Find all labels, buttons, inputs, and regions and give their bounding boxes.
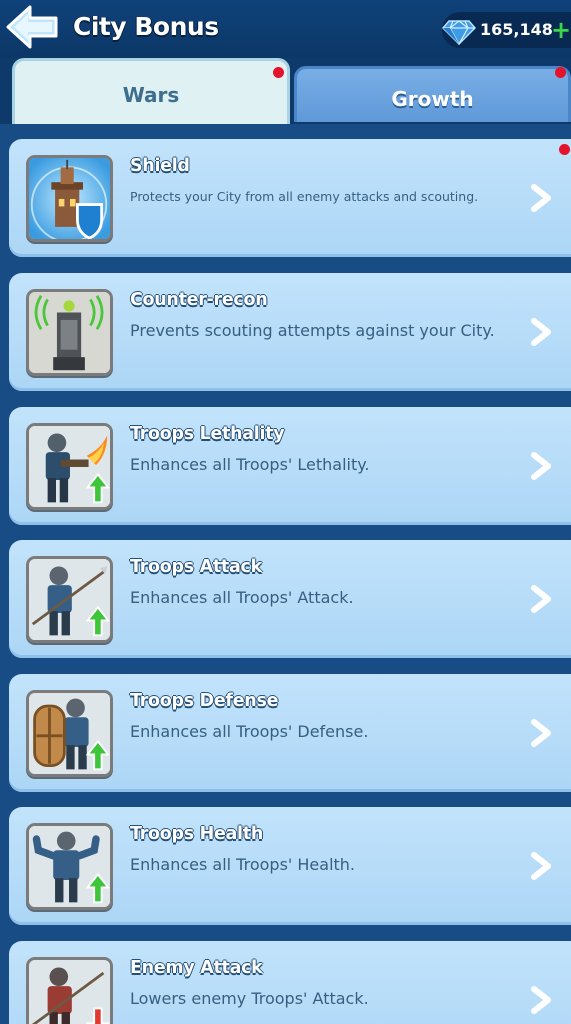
bonus-description: Lowers enemy Troops' Attack. bbox=[130, 989, 369, 1008]
bonus-description: Enhances all Troops' Health. bbox=[130, 855, 356, 874]
bonus-row-troops-lethality[interactable]: Troops Lethality Enhances all Troops' Le… bbox=[9, 407, 571, 525]
bonus-title: Counter-recon bbox=[130, 290, 268, 310]
bonus-row-counter-recon[interactable]: Counter-recon Prevents scouting attempts… bbox=[9, 273, 571, 391]
flamethrower-soldier-icon bbox=[26, 423, 113, 510]
bonus-description: Protects your City from all enemy attack… bbox=[130, 189, 479, 204]
bonus-description: Enhances all Troops' Lethality. bbox=[130, 455, 370, 474]
bonus-title: Enemy Attack bbox=[130, 958, 263, 978]
plus-icon[interactable]: + bbox=[551, 18, 571, 42]
bonus-description: Prevents scouting attempts against your … bbox=[130, 321, 495, 340]
enemy-soldier-icon bbox=[26, 957, 113, 1024]
chevron-right-icon[interactable] bbox=[528, 451, 554, 481]
bonus-title: Troops Health bbox=[130, 824, 263, 844]
page-title: City Bonus bbox=[73, 12, 219, 41]
notification-dot bbox=[559, 144, 570, 155]
bonus-description: Enhances all Troops' Defense. bbox=[130, 722, 369, 741]
tab-label: Growth bbox=[391, 87, 474, 111]
bonus-title: Shield bbox=[130, 156, 190, 176]
chevron-right-icon[interactable] bbox=[528, 584, 554, 614]
back-button[interactable] bbox=[4, 4, 60, 50]
notification-dot bbox=[555, 67, 566, 78]
radar-tower-icon bbox=[26, 289, 113, 376]
tab-growth[interactable]: Growth bbox=[294, 66, 571, 122]
gem-count: 165,148 bbox=[480, 20, 553, 39]
tab-label: Wars bbox=[122, 83, 180, 107]
gem-balance: 165,148 + bbox=[442, 12, 571, 48]
strong-soldier-icon bbox=[26, 823, 113, 910]
diamond-gem-icon bbox=[442, 20, 476, 46]
bonus-row-shield[interactable]: Shield Protects your City from all enemy… bbox=[9, 139, 571, 257]
bonus-description: Enhances all Troops' Attack. bbox=[130, 588, 354, 607]
chevron-right-icon[interactable] bbox=[528, 718, 554, 748]
arrow-left-icon bbox=[6, 5, 58, 49]
bonus-title: Troops Defense bbox=[130, 691, 279, 711]
bonus-row-troops-health[interactable]: Troops Health Enhances all Troops' Healt… bbox=[9, 807, 571, 925]
top-bar: City Bonus 165,148 + bbox=[0, 0, 571, 58]
bonus-title: Troops Lethality bbox=[130, 424, 285, 444]
tab-wars[interactable]: Wars bbox=[12, 58, 290, 124]
spear-soldier-icon bbox=[26, 556, 113, 643]
shield-soldier-icon bbox=[26, 690, 113, 777]
bonus-row-troops-attack[interactable]: Troops Attack Enhances all Troops' Attac… bbox=[9, 540, 571, 658]
chevron-right-icon[interactable] bbox=[528, 317, 554, 347]
notification-dot bbox=[273, 67, 284, 78]
bonus-row-troops-defense[interactable]: Troops Defense Enhances all Troops' Defe… bbox=[9, 674, 571, 792]
bonus-title: Troops Attack bbox=[130, 557, 262, 577]
bonus-row-enemy-attack[interactable]: Enemy Attack Lowers enemy Troops' Attack… bbox=[9, 941, 571, 1024]
chevron-right-icon[interactable] bbox=[528, 985, 554, 1015]
shield-tower-icon bbox=[26, 155, 113, 242]
chevron-right-icon[interactable] bbox=[528, 851, 554, 881]
chevron-right-icon[interactable] bbox=[528, 183, 554, 213]
